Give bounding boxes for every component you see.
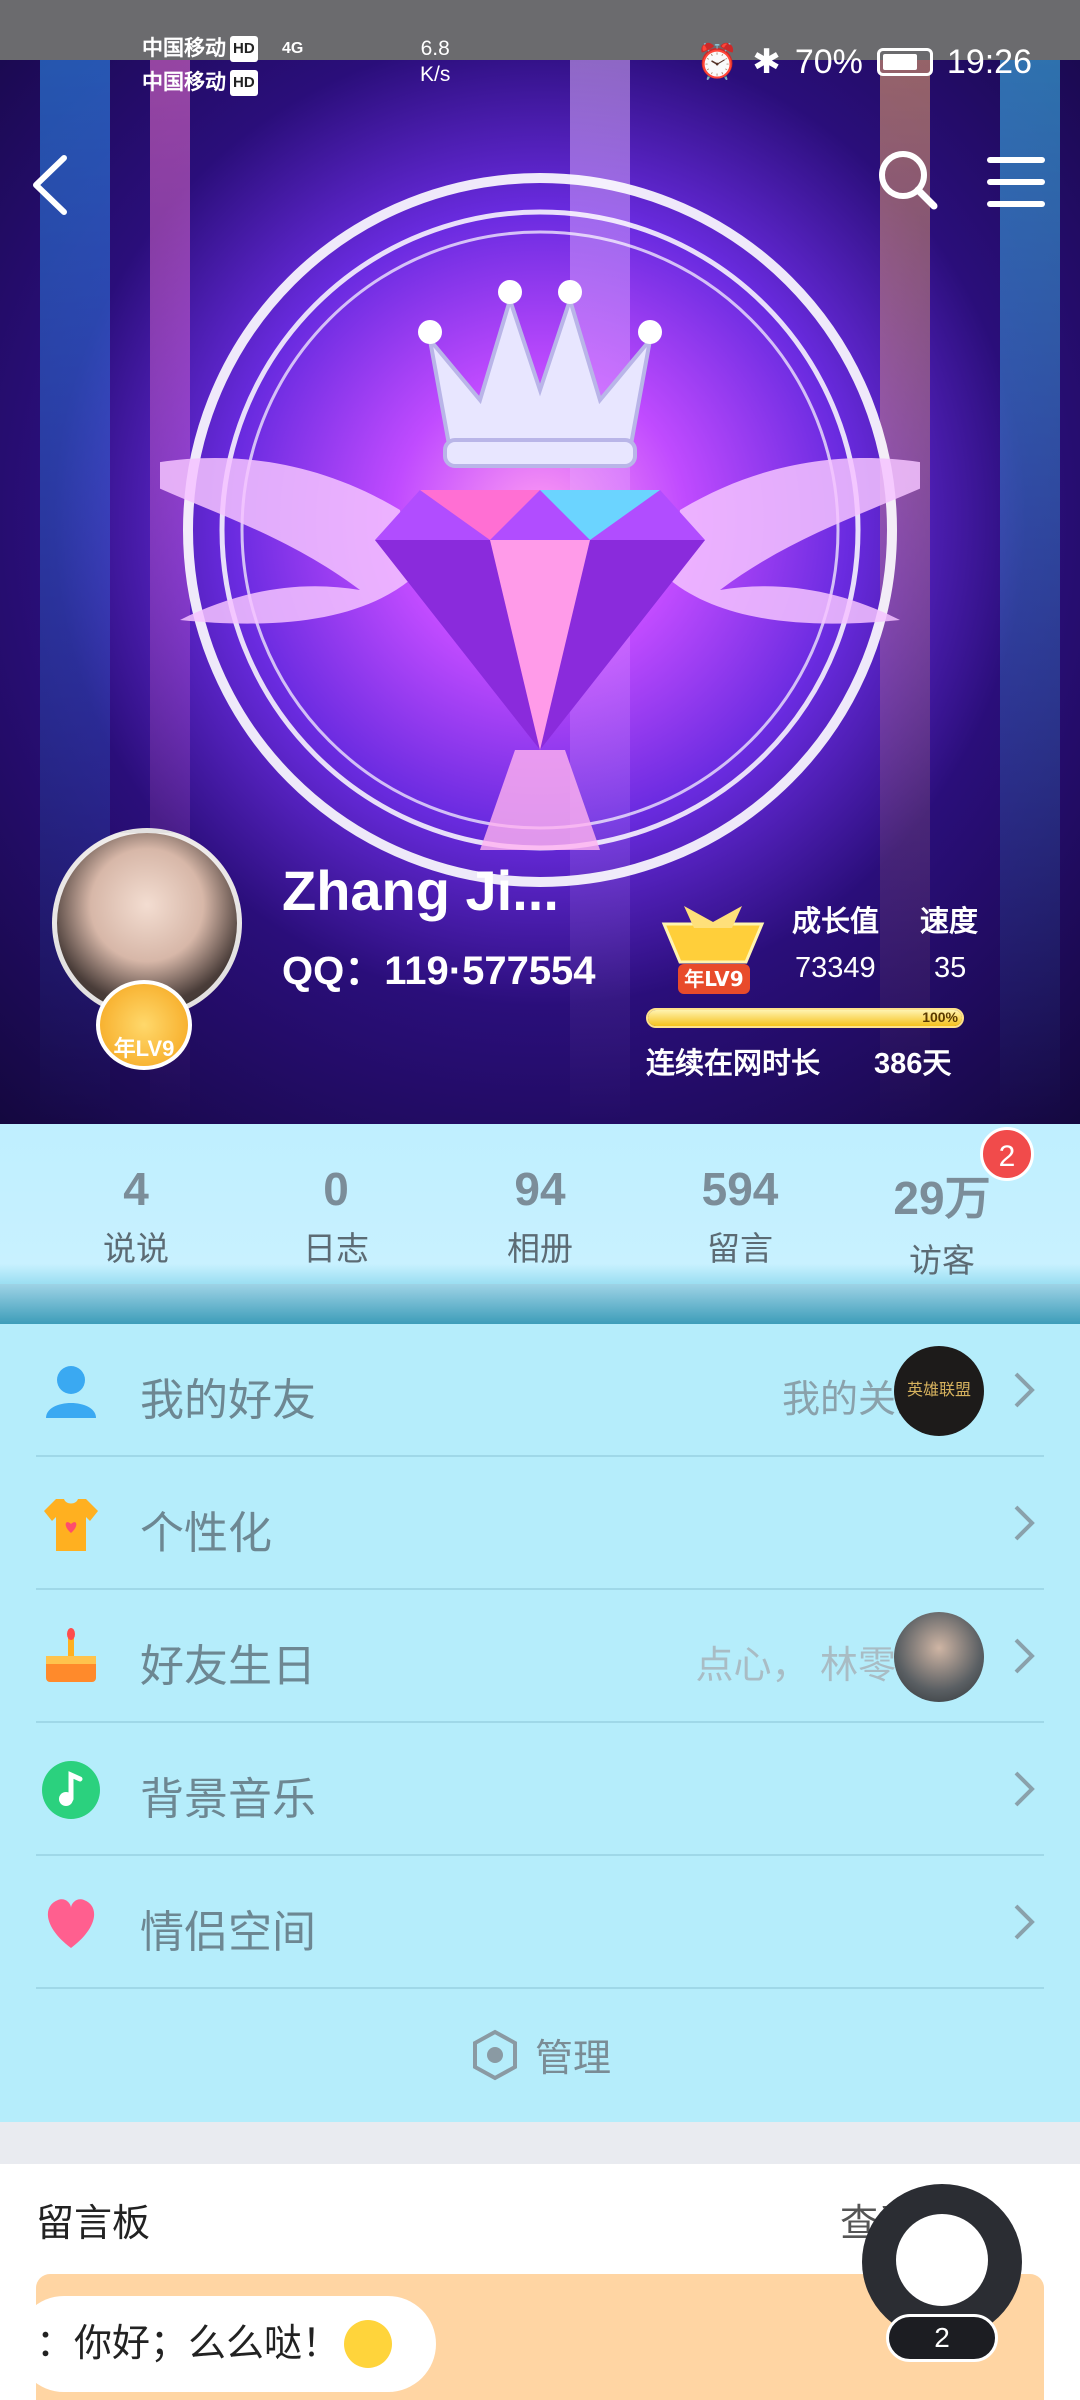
status-bar: 中国移动 HD 中国移动 HD 4G 6.8 K/s ⏰ ✱ 70% 19:26 <box>0 0 1080 130</box>
menu-item-friends[interactable]: 我的好友 我的关注 英雄联盟 <box>36 1324 1044 1457</box>
crown-diamond-emblem <box>160 173 920 887</box>
stats-strip: 4 说说 0 日志 94 相册 594 留言 29万 访客 <box>0 1124 1080 1324</box>
stat-shuoshuo[interactable]: 4 说说 <box>36 1162 236 1270</box>
manage-label: 管理 <box>534 2038 611 2080</box>
guestbook-message-bubble[interactable]: ：你好；么么哒！ <box>16 2296 437 2392</box>
menu-item-couple-space[interactable]: 情侣空间 <box>36 1856 1044 1989</box>
progress-fill <box>648 1010 962 1026</box>
visitor-notification-badge: 2 <box>980 1127 1034 1181</box>
speed-value: 35 <box>934 952 967 984</box>
mascot-count-badge: 2 <box>886 2314 998 2362</box>
chevron-right-icon <box>1014 1638 1035 1674</box>
chevron-right-icon <box>1014 1904 1035 1940</box>
follow-thumbnail: 英雄联盟 <box>894 1346 984 1436</box>
year-vip-badge[interactable]: 年LV9 <box>96 980 192 1070</box>
network-speed: 6.8 K/s <box>420 37 451 86</box>
person-icon <box>46 1366 96 1418</box>
status-right: ⏰ ✱ 70% 19:26 <box>696 42 1032 82</box>
vip-progress-bar: 100% <box>646 1008 964 1028</box>
emoji-icon <box>344 2320 393 2368</box>
year-vip-level-text: 年LV9 <box>684 967 743 991</box>
stat-blog[interactable]: 0 日志 <box>236 1162 436 1270</box>
alarm-icon: ⏰ <box>696 43 739 81</box>
carrier-1: 中国移动 HD <box>142 36 258 63</box>
stat-messages[interactable]: 594 留言 <box>640 1162 840 1270</box>
manage-button[interactable]: 管理 <box>0 1989 1080 2122</box>
online-duration-value: 386天 <box>874 1048 952 1080</box>
heart-icon <box>47 1899 95 1948</box>
speed-label: 速度 <box>920 906 979 938</box>
battery-percent: 70% <box>794 42 863 81</box>
birthday-friend-avatar <box>894 1612 984 1702</box>
music-note-icon <box>42 1761 100 1819</box>
progress-percent: 100% <box>922 1009 958 1025</box>
year-vip-level-icon[interactable]: 年LV9 <box>654 902 772 998</box>
menu-item-birthday[interactable]: 好友生日 点心， 林零叔 <box>36 1590 1044 1723</box>
tshirt-icon <box>44 1499 98 1551</box>
growth-label: 成长值 <box>792 906 880 938</box>
clock: 19:26 <box>946 42 1032 81</box>
menu-icon[interactable] <box>984 152 1048 212</box>
guestbook-message: ：你好；么么哒！ <box>36 2323 341 2365</box>
guestbook-title: 留言板 <box>36 2203 151 2245</box>
grass-decoration <box>0 1284 1080 1324</box>
search-icon[interactable] <box>876 148 940 212</box>
mascot-face-icon <box>896 2214 988 2306</box>
battery-icon <box>876 48 933 76</box>
menu-list: 我的好友 我的关注 英雄联盟 个性化 好友生日 点心， 林零叔 背景音乐 情侣空… <box>0 1324 1080 2122</box>
growth-value: 73349 <box>795 952 876 984</box>
menu-item-personalize[interactable]: 个性化 <box>36 1457 1044 1590</box>
back-icon[interactable] <box>22 150 82 220</box>
username[interactable]: Zhang Ji... <box>282 858 559 923</box>
chevron-right-icon <box>1014 1372 1035 1408</box>
carrier-2: 中国移动 HD <box>142 70 258 97</box>
cake-icon <box>46 1628 96 1682</box>
network-type: 4G <box>282 40 304 57</box>
menu-item-music[interactable]: 背景音乐 <box>36 1723 1044 1856</box>
chevron-right-icon <box>1014 1505 1035 1541</box>
online-duration-label: 连续在网时长 <box>646 1048 821 1080</box>
qq-number: QQ：119·577554 <box>282 949 596 993</box>
settings-hexagon-icon <box>472 2029 517 2080</box>
chevron-right-icon <box>1014 1771 1035 1807</box>
bluetooth-icon: ✱ <box>752 43 781 81</box>
stat-albums[interactable]: 94 相册 <box>440 1162 640 1270</box>
